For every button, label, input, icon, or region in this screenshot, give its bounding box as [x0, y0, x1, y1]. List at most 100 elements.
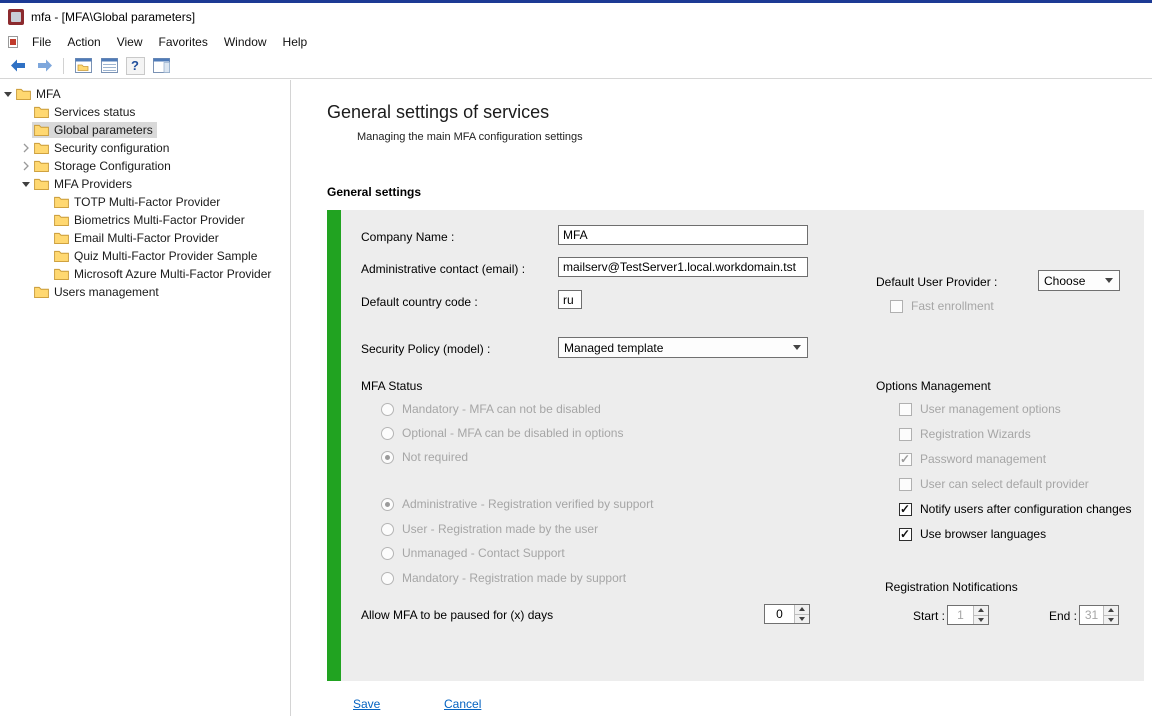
company-name-input[interactable] [558, 225, 808, 245]
spin-up-button[interactable] [974, 606, 988, 615]
checkbox-icon[interactable] [899, 503, 912, 516]
country-code-label: Default country code : [361, 295, 478, 309]
arrow-down-icon [1108, 618, 1114, 622]
folder-icon [54, 214, 69, 226]
tree-item-users-management[interactable]: Users management [0, 283, 290, 301]
tree-item-totp-provider[interactable]: TOTP Multi-Factor Provider [0, 193, 290, 211]
save-link[interactable]: Save [353, 697, 380, 711]
default-user-provider-dropdown[interactable]: Choose [1038, 270, 1120, 291]
radio-label: Unmanaged - Contact Support [402, 546, 565, 560]
fast-enrollment-checkbox: Fast enrollment [890, 299, 994, 313]
forward-button[interactable] [32, 55, 56, 77]
folder-icon [54, 250, 69, 262]
end-spinner[interactable]: 31 [1079, 605, 1119, 625]
show-action-pane-button[interactable] [149, 55, 173, 77]
tree-item-global-parameters[interactable]: Global parameters [0, 121, 290, 139]
chevron-down-icon [1105, 278, 1113, 283]
cancel-link[interactable]: Cancel [444, 697, 481, 711]
checkbox-use-browser-languages[interactable]: Use browser languages [899, 527, 1046, 541]
folder-icon [34, 124, 49, 136]
tree-item-azure-provider[interactable]: Microsoft Azure Multi-Factor Provider [0, 265, 290, 283]
admin-contact-input[interactable] [558, 257, 808, 277]
menu-window[interactable]: Window [216, 32, 275, 52]
folder-icon [54, 196, 69, 208]
radio-not-required: Not required [381, 450, 468, 464]
checkbox-label: Use browser languages [920, 527, 1046, 541]
radio-label: Mandatory - MFA can not be disabled [402, 402, 601, 416]
pause-days-label: Allow MFA to be paused for (x) days [361, 608, 553, 622]
radio-user-registration: User - Registration made by the user [381, 522, 598, 536]
app-icon [8, 9, 24, 25]
chevron-down-icon [793, 345, 801, 350]
radio-label: Administrative - Registration verified b… [402, 497, 653, 511]
help-icon: ? [126, 57, 145, 75]
spin-down-button[interactable] [974, 615, 988, 625]
spin-up-button[interactable] [1104, 606, 1118, 615]
spin-up-button[interactable] [795, 605, 809, 614]
tree-item-biometrics-provider[interactable]: Biometrics Multi-Factor Provider [0, 211, 290, 229]
tree-item-mfa-providers[interactable]: MFA Providers [0, 175, 290, 193]
menu-help[interactable]: Help [275, 32, 316, 52]
checkbox-notify-users[interactable]: Notify users after configuration changes [899, 502, 1131, 516]
tree-item-label: Quiz Multi-Factor Provider Sample [74, 249, 257, 263]
accent-bar [327, 210, 341, 681]
expander-placeholder [40, 268, 52, 280]
tree-item-security-configuration[interactable]: Security configuration [0, 139, 290, 157]
spin-down-button[interactable] [1104, 615, 1118, 625]
radio-icon [381, 523, 394, 536]
tree-item-storage-configuration[interactable]: Storage Configuration [0, 157, 290, 175]
tree-item-quiz-provider[interactable]: Quiz Multi-Factor Provider Sample [0, 247, 290, 265]
window-title: mfa - [MFA\Global parameters] [31, 10, 195, 24]
back-arrow-icon [11, 59, 26, 72]
checkbox-label: Registration Wizards [920, 427, 1031, 441]
security-policy-value: Managed template [564, 341, 663, 355]
tree-item-email-provider[interactable]: Email Multi-Factor Provider [0, 229, 290, 247]
folder-icon [34, 178, 49, 190]
show-console-tree-button[interactable] [71, 55, 95, 77]
arrow-up-icon [1108, 608, 1114, 612]
pause-days-spinner[interactable]: 0 [764, 604, 810, 624]
expander-placeholder [40, 250, 52, 262]
expander-icon[interactable] [20, 178, 32, 190]
pause-days-value: 0 [765, 605, 794, 623]
general-settings-panel: Company Name : Administrative contact (e… [327, 210, 1144, 681]
tree-item-label: MFA Providers [54, 177, 132, 191]
end-label: End : [1049, 609, 1077, 623]
spin-down-button[interactable] [795, 614, 809, 624]
back-button[interactable] [6, 55, 30, 77]
radio-label: Not required [402, 450, 468, 464]
start-spinner[interactable]: 1 [947, 605, 989, 625]
radio-optional-mfa: Optional - MFA can be disabled in option… [381, 426, 623, 440]
checkbox-icon[interactable] [899, 528, 912, 541]
tree-item-services-status[interactable]: Services status [0, 103, 290, 121]
menu-view[interactable]: View [109, 32, 151, 52]
country-code-input[interactable] [558, 290, 582, 309]
menu-favorites[interactable]: Favorites [151, 32, 216, 52]
checkbox-label: Password management [920, 452, 1046, 466]
export-list-button[interactable] [97, 55, 121, 77]
menu-bar: File Action View Favorites Window Help [0, 30, 1152, 53]
help-button[interactable]: ? [123, 55, 147, 77]
end-value: 31 [1080, 606, 1103, 624]
arrow-up-icon [799, 607, 805, 611]
start-value: 1 [948, 606, 973, 624]
folder-icon [34, 160, 49, 172]
checkbox-password-management: Password management [899, 452, 1046, 466]
fast-enrollment-label: Fast enrollment [911, 299, 994, 313]
page-title: General settings of services [327, 102, 549, 123]
show-action-pane-icon [153, 58, 170, 73]
expander-placeholder [40, 232, 52, 244]
section-heading: General settings [327, 185, 421, 199]
menu-file[interactable]: File [24, 32, 59, 52]
checkbox-icon [899, 453, 912, 466]
security-policy-dropdown[interactable]: Managed template [558, 337, 808, 358]
expander-placeholder [40, 196, 52, 208]
expander-icon[interactable] [20, 160, 32, 172]
checkbox-label: User management options [920, 402, 1061, 416]
menu-action[interactable]: Action [59, 32, 108, 52]
tree-item-mfa[interactable]: MFA [0, 85, 290, 103]
expander-icon[interactable] [2, 88, 14, 100]
expander-icon[interactable] [20, 142, 32, 154]
tree-item-label: Microsoft Azure Multi-Factor Provider [74, 267, 271, 281]
company-name-label: Company Name : [361, 230, 454, 244]
